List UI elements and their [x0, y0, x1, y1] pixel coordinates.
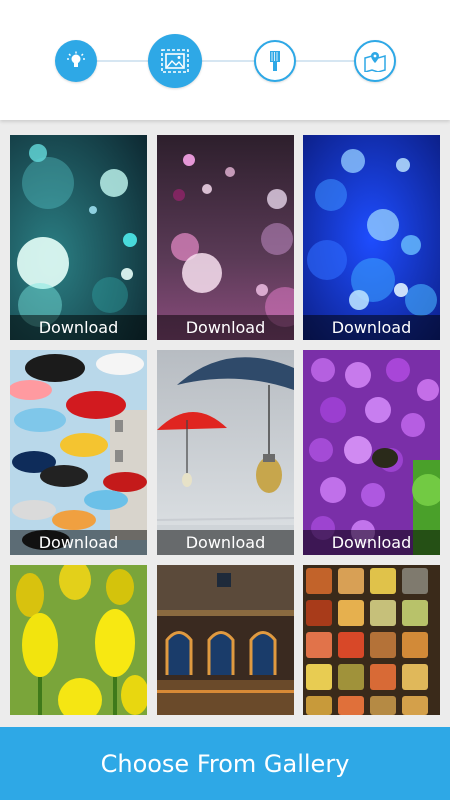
wallpaper-image — [157, 350, 294, 555]
wallpaper-image — [157, 565, 294, 715]
download-label[interactable]: Download — [303, 530, 440, 555]
step-connector — [296, 60, 354, 62]
download-label[interactable]: Download — [157, 530, 294, 555]
step-connector — [97, 60, 148, 62]
download-label[interactable]: Download — [10, 315, 147, 340]
choose-from-gallery-button[interactable]: Choose From Gallery — [0, 727, 450, 800]
wallpaper-tile-colored-squares[interactable] — [303, 565, 440, 715]
download-label[interactable]: Download — [157, 315, 294, 340]
wallpaper-image — [10, 565, 147, 715]
step-map-pin[interactable] — [354, 40, 396, 82]
wallpaper-grid: Download Download Download Download Down… — [10, 135, 440, 715]
brush-icon — [270, 51, 280, 71]
step-image-frame[interactable] — [148, 34, 202, 88]
wallpaper-tile-teal-bokeh[interactable]: Download — [10, 135, 147, 340]
wallpaper-tile-umbrellas-sky[interactable]: Download — [10, 350, 147, 555]
step-lightbulb[interactable] — [55, 40, 97, 82]
step-progress-header — [0, 0, 450, 120]
wallpaper-tile-lilac-flowers[interactable]: Download — [303, 350, 440, 555]
download-label[interactable]: Download — [303, 315, 440, 340]
wallpaper-tile-pink-bokeh[interactable]: Download — [157, 135, 294, 340]
wallpaper-image — [10, 135, 147, 340]
map-pin-icon — [364, 52, 386, 72]
wallpaper-image — [10, 350, 147, 555]
wallpaper-tile-yellow-tulips[interactable] — [10, 565, 147, 715]
wallpaper-image — [303, 565, 440, 715]
step-brush[interactable] — [254, 40, 296, 82]
wallpaper-image — [157, 135, 294, 340]
wallpaper-tile-blue-bokeh[interactable]: Download — [303, 135, 440, 340]
step-connector — [202, 60, 254, 62]
wallpaper-image — [303, 135, 440, 340]
wallpaper-tile-colosseum[interactable] — [157, 565, 294, 715]
image-frame-icon — [161, 49, 189, 73]
wallpaper-image — [303, 350, 440, 555]
wallpaper-tile-umbrella-bulbs[interactable]: Download — [157, 350, 294, 555]
download-label[interactable]: Download — [10, 530, 147, 555]
lightbulb-icon — [67, 51, 85, 67]
